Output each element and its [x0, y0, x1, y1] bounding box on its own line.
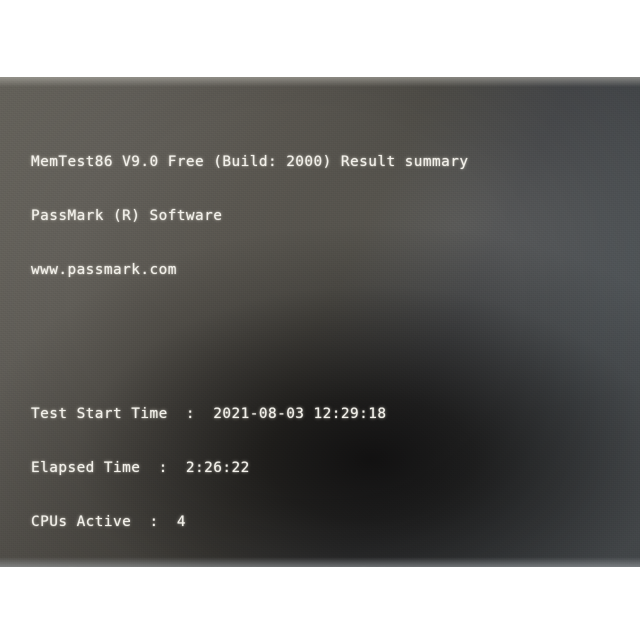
cpus-active-row: CPUs Active : 4	[31, 514, 186, 530]
test-start-time-row: Test Start Time : 2021-08-03 12:29:18	[31, 406, 387, 422]
vendor-website: www.passmark.com	[31, 262, 177, 278]
app-title: MemTest86 V9.0 Free (Build: 2000) Result…	[31, 154, 469, 170]
photograph-of-monitor: MemTest86 V9.0 Free (Build: 2000) Result…	[0, 0, 640, 640]
spacer-1	[31, 333, 631, 351]
elapsed-time-row: Elapsed Time : 2:26:22	[31, 460, 250, 476]
console-text-area: MemTest86 V9.0 Free (Build: 2000) Result…	[31, 117, 631, 567]
vendor-name: PassMark (R) Software	[31, 208, 223, 224]
memtest86-screen: MemTest86 V9.0 Free (Build: 2000) Result…	[0, 77, 640, 567]
